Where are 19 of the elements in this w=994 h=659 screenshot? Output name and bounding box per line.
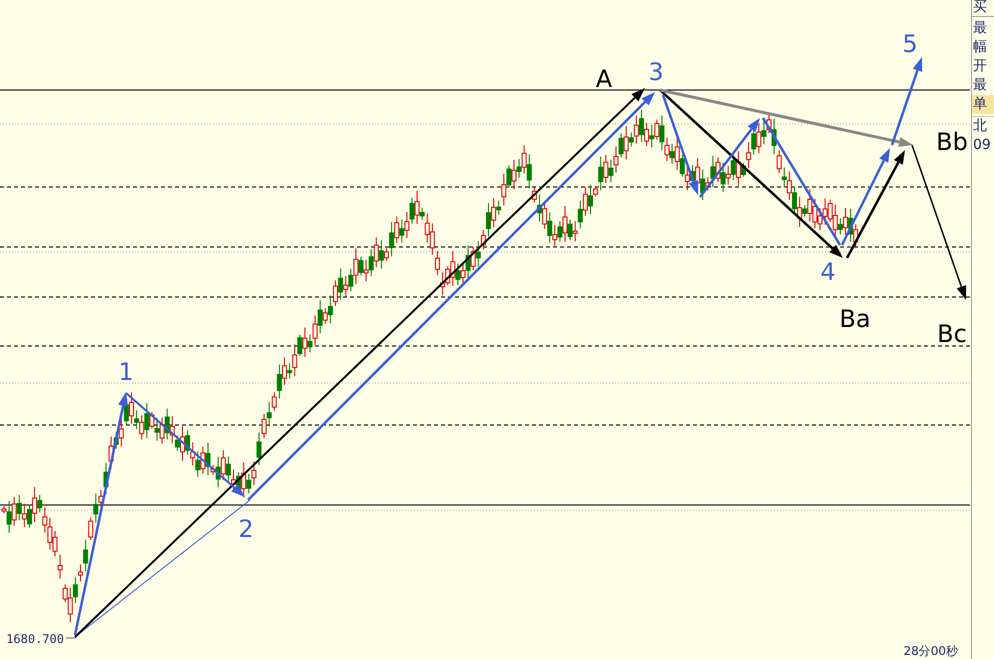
quote-field-label: 开 — [972, 57, 988, 76]
wave-label: A — [596, 65, 612, 93]
time-remaining: 28分00秒 — [903, 644, 958, 658]
wave-label: 2 — [238, 515, 254, 543]
quote-field-label: 单 — [972, 95, 994, 114]
price-label: 1680.700 — [6, 632, 64, 646]
wave-label: Ba — [839, 305, 871, 333]
quote-field-label: 买 — [972, 0, 994, 17]
wave-label: 5 — [902, 30, 918, 58]
quote-field-label: 09 — [972, 136, 992, 155]
quote-field-label: 北 — [972, 116, 994, 136]
wave-label: Bc — [937, 320, 967, 348]
wave-label: 4 — [820, 258, 836, 286]
wave-label: 3 — [648, 58, 664, 86]
quote-field-label: 幅 — [972, 38, 988, 57]
quote-field-label: 最 — [972, 76, 988, 95]
quote-field-label: 最 — [972, 19, 988, 38]
wave-label: Bb — [936, 128, 968, 156]
wave-label: 1 — [118, 358, 134, 386]
